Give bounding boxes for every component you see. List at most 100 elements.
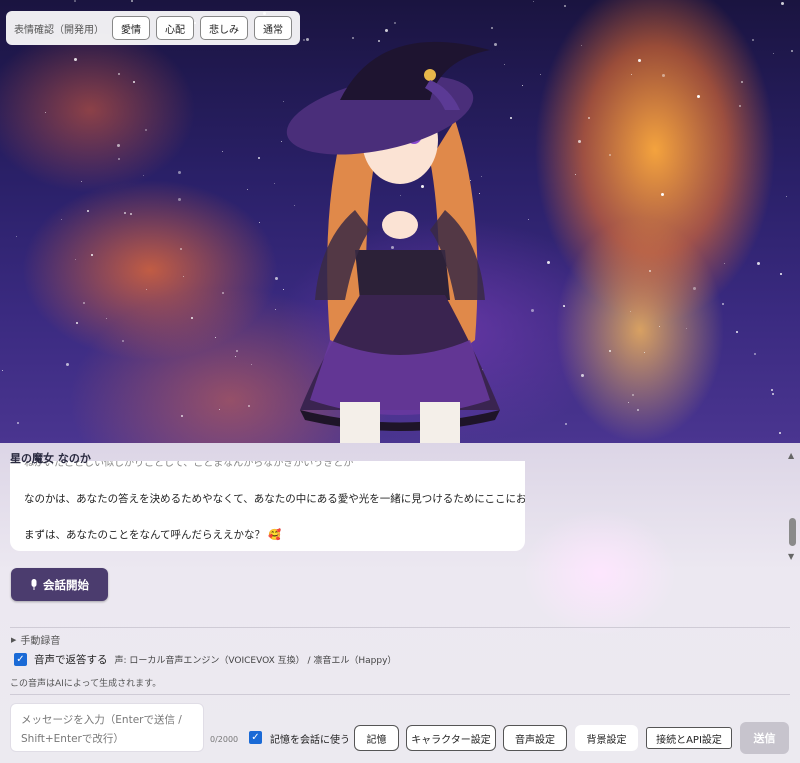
expression-panel-label: 表情確認（開発用） bbox=[14, 24, 104, 36]
star bbox=[91, 254, 93, 256]
speaker-name: 星の魔女 なのか bbox=[10, 452, 91, 465]
star bbox=[178, 171, 181, 174]
voice-settings-button[interactable]: 音声設定 bbox=[503, 725, 567, 751]
star bbox=[106, 318, 107, 319]
star bbox=[697, 95, 700, 98]
voice-reply-label: 音声で返答する bbox=[34, 654, 108, 666]
star bbox=[74, 0, 76, 2]
character-settings-button[interactable]: キャラクター設定 bbox=[406, 725, 496, 751]
star bbox=[222, 151, 223, 152]
expression-affection-button[interactable]: 愛情 bbox=[112, 16, 150, 40]
manual-recording-toggle[interactable]: ▶ 手動録音 bbox=[11, 632, 61, 648]
star bbox=[649, 270, 651, 272]
star bbox=[609, 350, 611, 352]
star bbox=[563, 305, 565, 307]
scroll-down-arrow-icon[interactable]: ▼ bbox=[788, 552, 794, 561]
star bbox=[693, 287, 696, 290]
star bbox=[724, 263, 725, 264]
star bbox=[247, 189, 248, 190]
star bbox=[2, 370, 3, 371]
star bbox=[547, 261, 550, 264]
chat-area: ねかいたことしい似しかりことして、ことまなんからなかきかいうきとか なのかは、あ… bbox=[0, 443, 800, 763]
star bbox=[575, 174, 576, 175]
use-memory-checkbox[interactable]: ✓ bbox=[249, 731, 262, 744]
star bbox=[754, 353, 756, 355]
star bbox=[581, 374, 584, 377]
star bbox=[578, 140, 581, 143]
star bbox=[781, 2, 784, 5]
manual-recording-label: 手動録音 bbox=[20, 636, 61, 647]
ai-voice-notice: この音声はAIによって生成されます。 bbox=[10, 679, 162, 689]
send-button[interactable]: 送信 bbox=[740, 722, 789, 754]
character-stage: 表情確認（開発用） 愛情 心配 悲しみ 通常 bbox=[0, 0, 800, 443]
voice-reply-checkbox[interactable]: ✓ bbox=[14, 653, 27, 666]
star bbox=[133, 81, 135, 83]
star bbox=[791, 50, 793, 52]
hat-star bbox=[424, 69, 436, 81]
sock-right bbox=[420, 402, 460, 443]
star bbox=[118, 158, 120, 160]
scroll-up-arrow-icon[interactable]: ▲ bbox=[788, 451, 794, 460]
star bbox=[74, 58, 77, 61]
star bbox=[124, 212, 126, 214]
star bbox=[219, 409, 220, 410]
star bbox=[540, 74, 541, 75]
star bbox=[117, 144, 120, 147]
expression-sadness-button[interactable]: 悲しみ bbox=[200, 16, 248, 40]
star bbox=[215, 337, 216, 338]
star bbox=[565, 423, 567, 425]
bodice bbox=[355, 250, 450, 300]
star bbox=[394, 22, 396, 24]
star bbox=[143, 175, 144, 176]
scroll-thumb[interactable] bbox=[789, 518, 796, 546]
star bbox=[609, 154, 611, 156]
star bbox=[83, 302, 85, 304]
star bbox=[630, 311, 631, 312]
star bbox=[61, 219, 62, 220]
start-conversation-button[interactable]: 会話開始 bbox=[11, 568, 108, 601]
star bbox=[122, 340, 124, 342]
star bbox=[181, 415, 183, 417]
star bbox=[16, 236, 17, 237]
star bbox=[644, 352, 645, 353]
memory-button[interactable]: 記憶 bbox=[354, 725, 399, 751]
message-input[interactable]: メッセージを入力（Enterで送信 / Shift+Enterで改行） bbox=[10, 703, 204, 752]
message-line: なのかは、あなたの答えを決めるためやなくて、あなたの中にある愛や光を一緒に見つけ… bbox=[24, 493, 525, 505]
star bbox=[564, 5, 566, 7]
star bbox=[637, 409, 639, 411]
star bbox=[352, 37, 354, 39]
star bbox=[131, 0, 133, 2]
expression-worry-button[interactable]: 心配 bbox=[156, 16, 194, 40]
star bbox=[757, 262, 760, 265]
expression-normal-button[interactable]: 通常 bbox=[254, 16, 292, 40]
star bbox=[628, 402, 629, 403]
star bbox=[722, 303, 724, 305]
connection-api-settings-button[interactable]: 接続とAPI設定 bbox=[646, 727, 732, 749]
character-counter: 0/2000 bbox=[210, 735, 239, 744]
hands bbox=[382, 211, 418, 239]
star bbox=[771, 389, 773, 391]
star bbox=[146, 289, 147, 290]
sock-left bbox=[340, 402, 380, 443]
message-line: まずは、あなたのことをなんて呼んだらええかな？ 🥰 bbox=[24, 529, 282, 541]
witch-avatar bbox=[286, 41, 500, 443]
star bbox=[752, 39, 754, 41]
star bbox=[739, 105, 741, 107]
expression-test-panel: 表情確認（開発用） 愛情 心配 悲しみ 通常 bbox=[6, 11, 300, 45]
voice-engine-info: 声: ローカル音声エンジン（VOICEVOX 互換） / 凛音エル（Happy） bbox=[114, 656, 397, 666]
background-settings-button[interactable]: 背景設定 bbox=[575, 725, 638, 751]
star bbox=[183, 276, 184, 277]
star bbox=[87, 210, 89, 212]
star bbox=[773, 53, 774, 54]
star bbox=[145, 129, 147, 131]
star bbox=[222, 292, 224, 294]
divider bbox=[10, 694, 790, 695]
chat-scrollbar[interactable]: ▲ ▼ bbox=[787, 451, 798, 561]
star bbox=[236, 350, 238, 352]
star bbox=[248, 405, 250, 407]
divider bbox=[10, 627, 790, 628]
star bbox=[661, 193, 664, 196]
star bbox=[632, 394, 634, 396]
star bbox=[76, 322, 78, 324]
star bbox=[17, 422, 19, 424]
